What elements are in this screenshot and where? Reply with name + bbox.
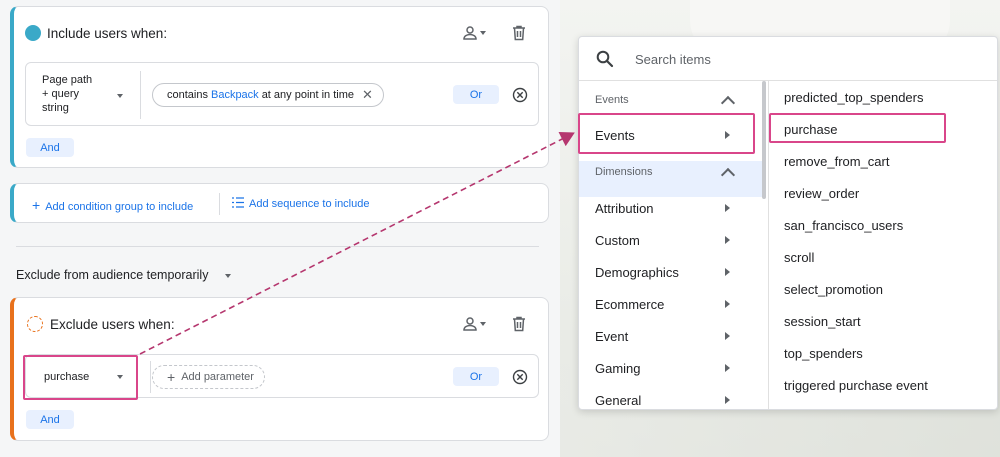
annotation-arrow [139,131,575,355]
